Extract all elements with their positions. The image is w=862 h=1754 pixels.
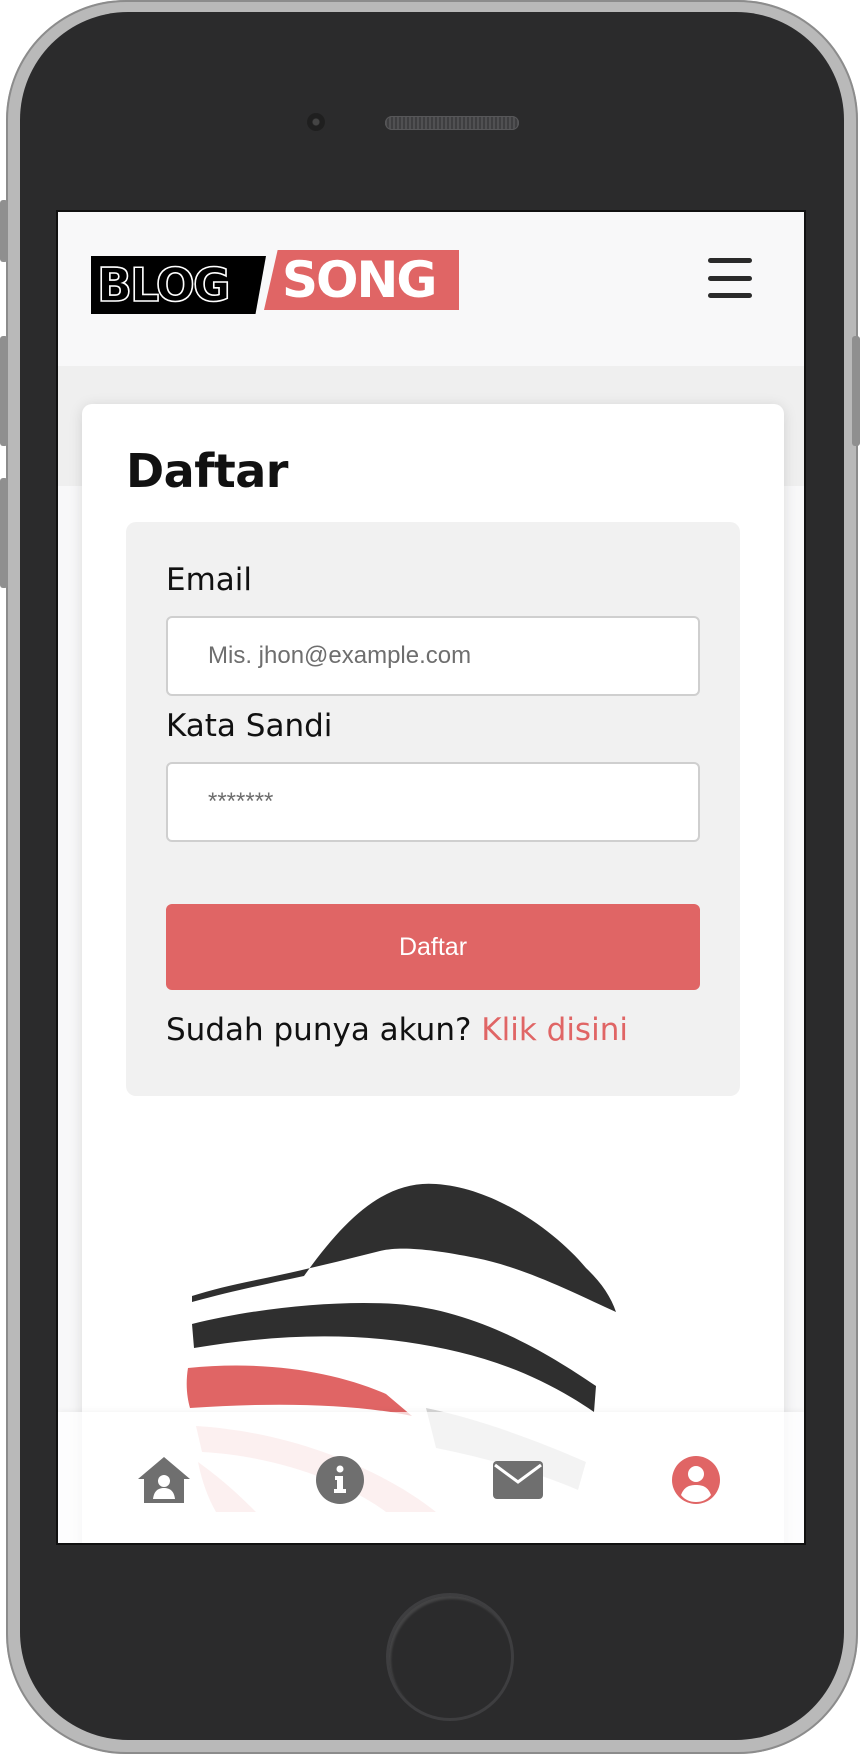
volume-up-button: [0, 336, 8, 446]
menu-bar: [708, 258, 752, 263]
login-prompt-row: Sudah punya akun? Klik disini: [166, 1012, 628, 1048]
phone-screen: BLOG SONG Daftar Email Kata Sandi Daftar…: [56, 210, 806, 1545]
email-label: Email: [166, 562, 253, 598]
menu-bar: [708, 293, 752, 298]
power-button: [852, 336, 860, 446]
logo-song-text: SONG: [282, 251, 437, 309]
envelope-icon: [493, 1461, 543, 1499]
register-form: Email Kata Sandi Daftar Sudah punya akun…: [126, 522, 740, 1096]
home-user-icon: [138, 1457, 190, 1503]
login-link[interactable]: Klik disini: [481, 1012, 628, 1048]
mute-switch: [0, 200, 8, 262]
wave-shape: [186, 1365, 412, 1416]
menu-bar: [708, 275, 752, 281]
page-title: Daftar: [126, 444, 288, 498]
register-button[interactable]: Daftar: [166, 904, 700, 990]
wave-shape: [192, 1183, 616, 1312]
logo-blog-part: BLOG: [91, 256, 266, 314]
hamburger-menu-icon[interactable]: [708, 258, 752, 298]
volume-down-button: [0, 478, 8, 588]
email-field[interactable]: [166, 616, 700, 696]
home-button[interactable]: [386, 1593, 514, 1721]
user-circle-icon: [672, 1456, 720, 1504]
nav-mail[interactable]: [490, 1452, 546, 1508]
earpiece-speaker: [385, 116, 519, 130]
bottom-navigation: [58, 1412, 804, 1543]
password-label: Kata Sandi: [166, 708, 333, 744]
blogsong-logo[interactable]: BLOG SONG: [91, 244, 459, 314]
nav-home[interactable]: [136, 1452, 192, 1508]
nav-info[interactable]: [312, 1452, 368, 1508]
front-camera: [307, 113, 325, 131]
logo-song-part: SONG: [264, 250, 459, 310]
login-prompt-text: Sudah punya akun?: [166, 1012, 472, 1048]
navbar: BLOG SONG: [58, 212, 804, 366]
password-field[interactable]: [166, 762, 700, 842]
nav-profile[interactable]: [668, 1452, 724, 1508]
logo-blog-text: BLOG: [96, 257, 231, 313]
info-icon: [316, 1456, 364, 1504]
